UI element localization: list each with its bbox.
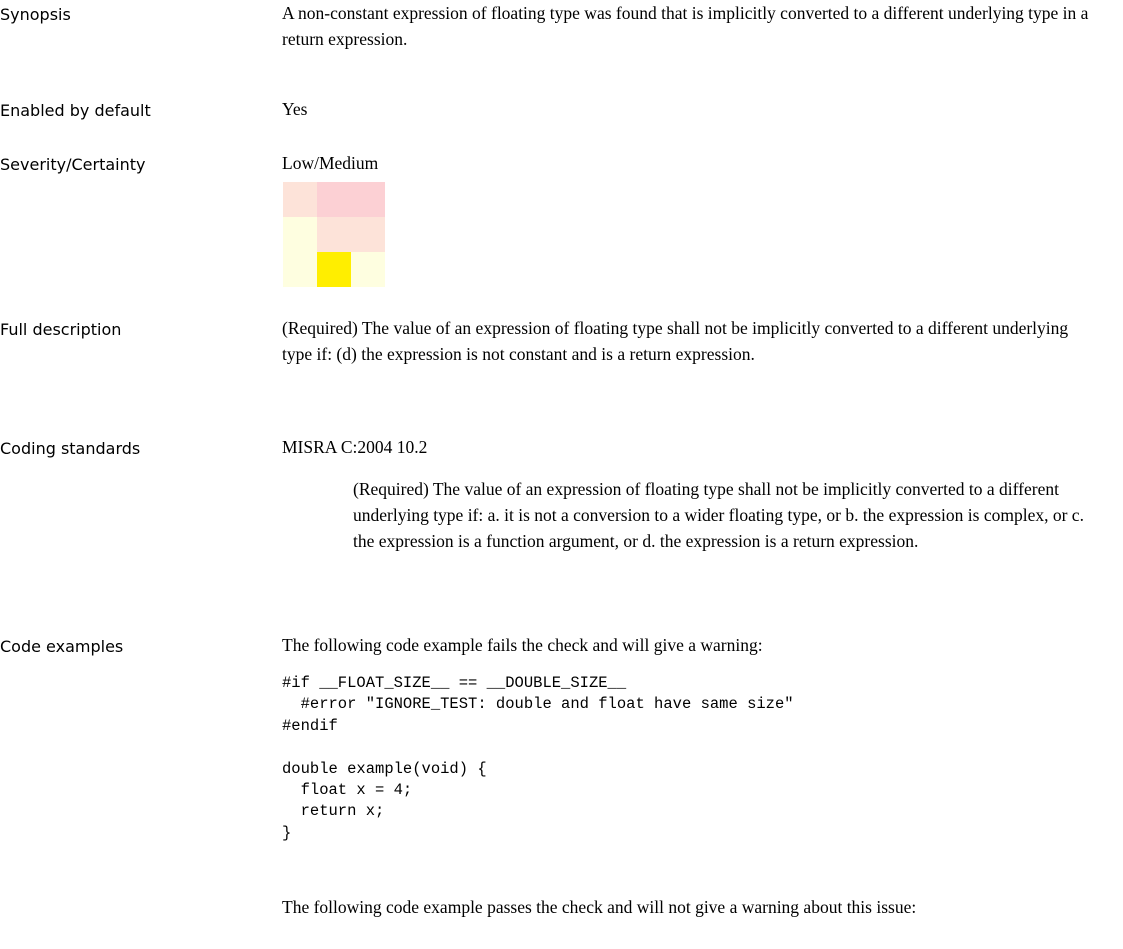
matrix-cell [351, 252, 385, 287]
fail-example-intro: The following code example fails the che… [282, 635, 763, 655]
code-examples-label: Code examples [0, 637, 124, 656]
severity-value: Low/Medium [282, 153, 379, 173]
fail-code-block: #if __FLOAT_SIZE__ == __DOUBLE_SIZE__ #e… [282, 674, 794, 842]
matrix-cell [351, 217, 385, 252]
full-description-label: Full description [0, 320, 122, 339]
full-description-text: (Required) The value of an expression of… [282, 318, 1069, 364]
enabled-label: Enabled by default [0, 101, 151, 120]
matrix-cell [317, 182, 351, 217]
matrix-cell [283, 252, 317, 287]
severity-certainty-matrix [283, 182, 385, 287]
pass-example-intro: The following code example passes the ch… [282, 897, 917, 917]
coding-standards-standard: MISRA C:2004 10.2 [282, 437, 428, 457]
synopsis-text: A non-constant expression of floating ty… [282, 3, 1089, 49]
matrix-cell [351, 182, 385, 217]
coding-standards-description: (Required) The value of an expression of… [353, 479, 1084, 551]
matrix-cell [283, 182, 317, 217]
severity-label: Severity/Certainty [0, 155, 146, 174]
matrix-cell [283, 217, 317, 252]
coding-standards-label: Coding standards [0, 439, 141, 458]
matrix-cell-highlight [317, 252, 351, 287]
matrix-cell [317, 217, 351, 252]
enabled-value: Yes [282, 99, 308, 119]
synopsis-label: Synopsis [0, 5, 71, 24]
